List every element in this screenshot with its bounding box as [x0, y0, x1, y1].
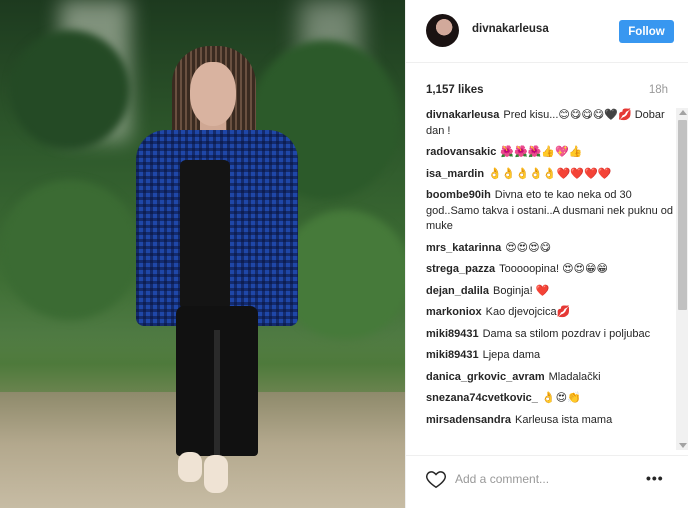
comment-username[interactable]: mirsadensandra: [426, 414, 511, 426]
add-comment-input[interactable]: [455, 468, 635, 490]
comment-text: Dama sa stilom pozdrav i poljubac: [482, 327, 651, 340]
comment-username[interactable]: radovansakic: [426, 146, 496, 158]
post-side-panel: divnakarleusa Follow 1,157 likes 18h div…: [405, 0, 688, 508]
username-link[interactable]: divnakarleusa: [472, 23, 549, 35]
comment-username[interactable]: strega_pazza: [426, 263, 495, 275]
comment-text: Ljepa dama: [482, 349, 541, 361]
person-legs-gap: [214, 330, 220, 456]
comment-item: mirsadensandra Karleusa ista mama: [426, 413, 676, 429]
person-black-top: [180, 160, 230, 310]
comment-username[interactable]: miki89431: [426, 328, 479, 340]
comment-item: boombe90ih Divna eto te kao neka od 30 go…: [426, 188, 676, 235]
person-face: [190, 62, 236, 126]
comment-username[interactable]: isa_mardin: [426, 168, 484, 180]
comment-username[interactable]: boombe90ih: [426, 189, 491, 201]
comment-text: Tooooopina! 😍😍😁😁: [499, 263, 608, 275]
photo-foliage: [0, 180, 140, 320]
instagram-post: divnakarleusa Follow 1,157 likes 18h div…: [0, 0, 688, 508]
comment-text: 🌺🌺🌺👍💖👍: [500, 146, 583, 158]
comment-item: snezana74cvetkovic_ 👌😍👏: [426, 391, 676, 407]
photo-foliage: [10, 30, 130, 150]
comment-item: miki89431 Dama sa stilom pozdrav i poljub…: [426, 327, 676, 343]
comment-username[interactable]: dejan_dalila: [426, 285, 489, 297]
comment-item: markoniox Kao djevojcica💋: [426, 305, 676, 321]
comment-username[interactable]: danica_grkovic_avram: [426, 371, 545, 383]
more-options-icon[interactable]: •••: [646, 470, 664, 486]
comment-text: 👌😍👏: [541, 392, 581, 404]
comment-item: isa_mardin 👌👌👌👌👌❤️❤️❤️❤️: [426, 167, 676, 183]
post-header: divnakarleusa Follow: [406, 0, 688, 63]
photo-foliage: [280, 210, 405, 340]
follow-button[interactable]: Follow: [619, 20, 674, 43]
comment-username[interactable]: snezana74cvetkovic_: [426, 392, 538, 404]
comment-username[interactable]: divnakarleusa: [426, 109, 499, 121]
comment-text: Boginja! ❤️: [492, 284, 550, 297]
comment-text: Karleusa ista mama: [514, 413, 613, 426]
likes-count[interactable]: 1,157 likes: [426, 84, 484, 96]
comment-item: dejan_dalila Boginja! ❤️: [426, 284, 676, 300]
comment-item: danica_grkovic_avram Mladalački: [426, 370, 676, 386]
comment-item: divnakarleusa Pred kisu...😊😋😋😋🖤💋 Dobar da…: [426, 108, 676, 139]
post-photo[interactable]: [0, 0, 405, 508]
comments-list[interactable]: divnakarleusa Pred kisu...😊😋😋😋🖤💋 Dobar da…: [426, 108, 676, 448]
comment-item: mrs_katarinna 😍😍😍😋: [426, 241, 676, 257]
avatar[interactable]: [426, 14, 459, 47]
heart-icon[interactable]: [425, 468, 447, 490]
comment-text: 👌👌👌👌👌❤️❤️❤️❤️: [488, 167, 612, 180]
comment-footer: •••: [406, 455, 688, 509]
post-time[interactable]: 18h: [649, 84, 668, 96]
comment-text: Kao djevojcica💋: [485, 306, 571, 318]
person-shoe-left: [178, 452, 202, 482]
comment-item: strega_pazza Tooooopina! 😍😍😁😁: [426, 262, 676, 278]
scroll-up-arrow-icon[interactable]: [679, 110, 687, 115]
comment-text: Mladalački: [548, 370, 601, 383]
comment-username[interactable]: miki89431: [426, 349, 479, 361]
comments-scrollbar[interactable]: [676, 108, 688, 450]
scroll-down-arrow-icon[interactable]: [679, 443, 687, 448]
comment-username[interactable]: markoniox: [426, 306, 482, 318]
comment-item: miki89431 Ljepa dama: [426, 348, 676, 364]
comment-item: radovansakic 🌺🌺🌺👍💖👍: [426, 145, 676, 161]
person-shoe-right: [204, 455, 228, 493]
comment-text: 😍😍😍😋: [505, 241, 552, 254]
scrollbar-thumb[interactable]: [678, 120, 687, 310]
comment-username[interactable]: mrs_katarinna: [426, 242, 501, 254]
